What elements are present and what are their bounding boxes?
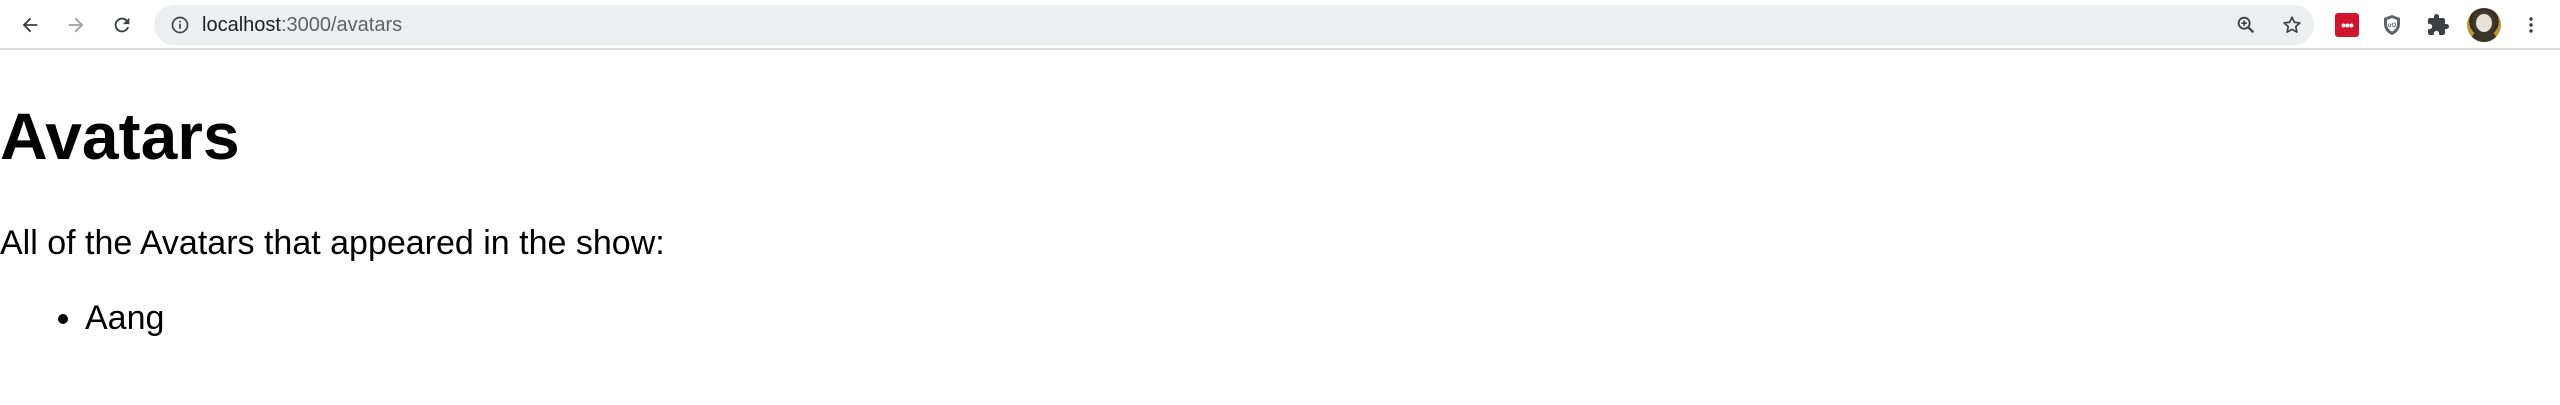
star-icon	[2283, 16, 2301, 33]
svg-text:uO: uO	[2388, 23, 2397, 29]
reload-icon	[114, 17, 130, 33]
shield-extension-icon: uO	[2384, 15, 2400, 35]
address-bar[interactable]: localhost:3000/avatars	[154, 5, 2314, 45]
lastpass-extension-button[interactable]: •••	[2333, 11, 2361, 39]
reload-button[interactable]	[106, 9, 138, 41]
page-title: Avatars	[0, 99, 240, 173]
profile-avatar-button[interactable]	[2467, 8, 2501, 42]
zoom-button[interactable]	[2234, 13, 2258, 37]
kebab-menu-icon	[2529, 17, 2533, 33]
back-button[interactable]	[14, 9, 46, 41]
url-text[interactable]: localhost:3000/avatars	[202, 14, 402, 36]
back-arrow-icon	[22, 17, 38, 33]
lastpass-extension-icon: •••	[2335, 13, 2359, 37]
browser-toolbar: localhost:3000/avatars ••• uO	[0, 0, 2560, 50]
intro-text: All of the Avatars that appeared in the …	[0, 224, 665, 262]
zoom-icon	[2237, 16, 2255, 34]
info-icon[interactable]	[170, 15, 190, 35]
extensions-button[interactable]	[2424, 11, 2452, 39]
avatar-face	[2476, 14, 2492, 32]
forward-button[interactable]	[60, 9, 92, 41]
shield-extension-button[interactable]: uO	[2378, 11, 2406, 39]
url-path: :3000/avatars	[280, 14, 403, 36]
puzzle-icon	[2428, 14, 2449, 35]
browser-menu-button[interactable]	[2521, 9, 2541, 41]
list-item: Aang	[85, 298, 164, 338]
avatar-list: Aang	[0, 298, 164, 338]
url-host: localhost	[202, 14, 281, 36]
forward-arrow-icon	[68, 17, 84, 33]
bookmark-button[interactable]	[2280, 13, 2304, 37]
